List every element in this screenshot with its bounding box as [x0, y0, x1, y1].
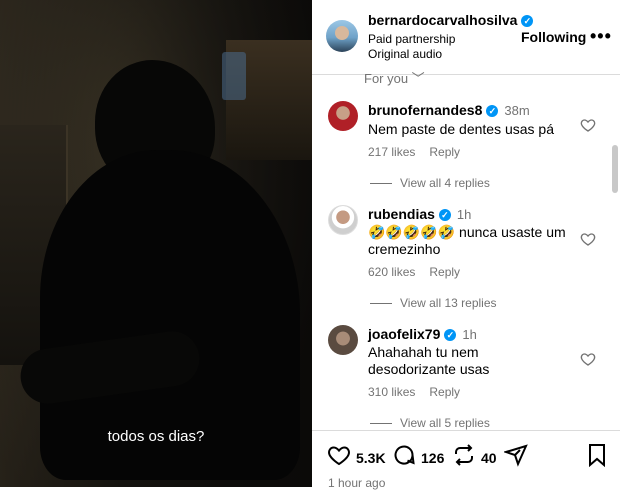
- comment-meta: 620 likes Reply: [368, 265, 460, 279]
- comment-username[interactable]: rubendias: [368, 206, 435, 222]
- comment-likes[interactable]: 620 likes: [368, 265, 415, 279]
- reply-button[interactable]: Reply: [429, 385, 460, 399]
- comment-username[interactable]: brunofernandes8: [368, 102, 482, 118]
- post-actions-bar: 5.3K 126 40 1 hour ago: [312, 430, 620, 490]
- reply-thread-line: [370, 423, 392, 425]
- verified-badge-icon: ✓: [444, 329, 457, 342]
- like-action[interactable]: 5.3K: [327, 443, 386, 472]
- author-username[interactable]: bernardocarvalhosilva: [368, 12, 517, 28]
- reply-button[interactable]: Reply: [429, 265, 460, 279]
- comment-action[interactable]: 126: [392, 443, 444, 472]
- view-replies-label[interactable]: View all 13 replies: [400, 296, 497, 310]
- comment-bubble-icon[interactable]: [392, 443, 416, 472]
- video-player[interactable]: todos os dias?: [0, 0, 312, 487]
- send-icon[interactable]: [502, 443, 528, 472]
- view-replies-button[interactable]: View all 5 replies: [370, 416, 490, 430]
- comment-meta: 310 likes Reply: [368, 385, 460, 399]
- comment-time: 1h: [456, 207, 472, 222]
- blue-item: [222, 52, 246, 100]
- bookmark-icon[interactable]: [586, 443, 608, 472]
- reply-button[interactable]: Reply: [429, 145, 460, 159]
- original-audio-link[interactable]: Original audio: [368, 47, 442, 61]
- comment-time: 1h: [462, 327, 477, 342]
- following-button[interactable]: Following: [521, 29, 586, 45]
- comments-scrollbar[interactable]: [612, 145, 618, 193]
- comment-text: Nem paste de dentes usas pá: [368, 121, 555, 137]
- comment-likes[interactable]: 217 likes: [368, 145, 415, 159]
- like-count[interactable]: 5.3K: [356, 450, 386, 466]
- comment-count[interactable]: 126: [421, 450, 444, 466]
- comment-avatar[interactable]: [328, 325, 358, 355]
- video-subtitle: todos os dias?: [107, 428, 205, 445]
- comment-username-row[interactable]: brunofernandes8 ✓ 38m: [368, 102, 530, 118]
- comment-meta: 217 likes Reply: [368, 145, 460, 159]
- verified-badge-icon: ✓: [521, 15, 534, 28]
- comment-text: Ahahahah tu nem desodorizante usas: [368, 344, 490, 377]
- repost-action[interactable]: 40: [452, 443, 497, 472]
- paid-partnership-label[interactable]: Paid partnership: [368, 32, 455, 46]
- comment-text: 🤣🤣🤣🤣🤣 nunca usaste um cremezinho: [368, 224, 566, 257]
- comment-likes[interactable]: 310 likes: [368, 385, 415, 399]
- reply-thread-line: [370, 183, 392, 185]
- repost-icon[interactable]: [452, 443, 476, 472]
- comment-username-row[interactable]: joaofelix79 ✓ 1h: [368, 326, 477, 342]
- comment-username[interactable]: joaofelix79: [368, 326, 440, 342]
- reply-thread-line: [370, 303, 392, 305]
- view-replies-button[interactable]: View all 13 replies: [370, 296, 497, 310]
- comment-username-row[interactable]: rubendias ✓ 1h: [368, 206, 471, 222]
- comment-sort-dropdown[interactable]: For you ﹀: [364, 68, 425, 87]
- post-side-panel: bernardocarvalhosilva ✓ Paid partnership …: [312, 0, 620, 490]
- comment-time: 38m: [504, 103, 530, 118]
- verified-badge-icon: ✓: [486, 105, 499, 118]
- author-username-row[interactable]: bernardocarvalhosilva ✓: [368, 12, 534, 28]
- view-replies-label[interactable]: View all 4 replies: [400, 176, 490, 190]
- repost-count[interactable]: 40: [481, 450, 497, 466]
- author-avatar[interactable]: [326, 20, 358, 52]
- more-options-icon[interactable]: •••: [590, 26, 612, 47]
- post-timestamp[interactable]: 1 hour ago: [328, 476, 385, 490]
- comment-like-heart-icon[interactable]: [580, 351, 596, 372]
- heart-icon[interactable]: [327, 443, 351, 472]
- comment-like-heart-icon[interactable]: [580, 117, 596, 138]
- view-replies-button[interactable]: View all 4 replies: [370, 176, 490, 190]
- post-header: bernardocarvalhosilva ✓ Paid partnership …: [312, 0, 620, 75]
- save-action[interactable]: [586, 443, 608, 472]
- comment-avatar[interactable]: [328, 101, 358, 131]
- view-replies-label[interactable]: View all 5 replies: [400, 416, 490, 430]
- comment-like-heart-icon[interactable]: [580, 231, 596, 252]
- verified-badge-icon: ✓: [438, 209, 451, 222]
- share-action[interactable]: [502, 443, 528, 472]
- comment-avatar[interactable]: [328, 205, 358, 235]
